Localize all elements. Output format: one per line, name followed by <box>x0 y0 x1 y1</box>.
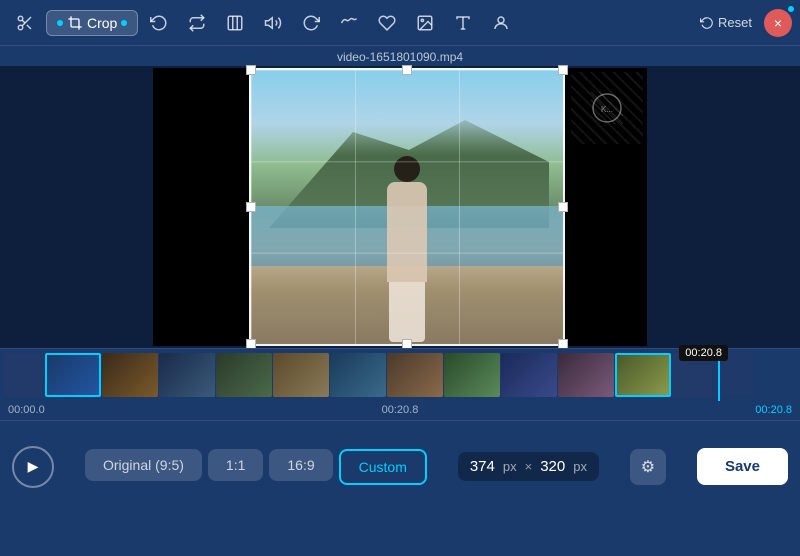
settings-button[interactable]: ⚙ <box>630 449 666 485</box>
ratio-1x1-col: 1:1 <box>208 449 263 485</box>
timeline-thumb-8[interactable] <box>501 353 557 397</box>
volume-icon[interactable] <box>256 6 290 40</box>
play-icon: ▶ <box>28 458 39 475</box>
timeline-thumb-1[interactable] <box>102 353 158 397</box>
timeline-thumb-9[interactable] <box>558 353 614 397</box>
filename: video-1651801090.mp4 <box>337 50 463 64</box>
watermark-inner: K... <box>571 72 643 144</box>
timeline-timestamps: 00:00.0 00:20.8 00:20.8 <box>0 401 800 419</box>
toolbar: Crop <box>0 0 800 46</box>
timeline-area: 00:20.8 00:00.0 00:20.8 00:20.8 <box>0 348 800 420</box>
save-label: Save <box>725 458 760 475</box>
black-bar-left <box>153 68 249 346</box>
person-icon[interactable] <box>484 6 518 40</box>
person-silhouette <box>377 156 437 336</box>
save-button[interactable]: Save <box>697 448 788 485</box>
px-controls: 374 px × 320 px <box>458 452 599 481</box>
wave-icon[interactable] <box>332 6 366 40</box>
watermark: K... <box>571 72 643 144</box>
reset-button[interactable]: Reset <box>692 11 760 34</box>
timeline-thumb-10[interactable] <box>615 353 671 397</box>
ratio-original-label: Original (9:5) <box>103 457 184 473</box>
ratio-custom-button[interactable]: Custom <box>339 449 427 485</box>
timestamp-end: 00:20.8 <box>755 404 792 416</box>
px-height-value: 320 <box>540 458 565 475</box>
video-container: K... <box>153 68 647 346</box>
adjust-rect-icon[interactable] <box>218 6 252 40</box>
crop-button[interactable]: Crop <box>46 10 138 36</box>
px-width-value: 374 <box>470 458 495 475</box>
ratio-16x9-label: 16:9 <box>287 457 314 473</box>
rotate-left-icon[interactable] <box>142 6 176 40</box>
settings-icon: ⚙ <box>641 457 655 477</box>
close-icon: × <box>774 15 782 31</box>
reset-label: Reset <box>718 15 752 30</box>
crop-label: Crop <box>87 15 117 31</box>
timeline-thumb-4[interactable] <box>273 353 329 397</box>
scissors-icon[interactable] <box>8 6 42 40</box>
close-button[interactable]: × <box>764 9 792 37</box>
flip-icon[interactable] <box>180 6 214 40</box>
px-cross: × <box>525 459 533 474</box>
rotate-right-icon[interactable] <box>294 6 328 40</box>
bottom-controls: ▶ Original (9:5) 1:1 16:9 Custom 374 px <box>0 420 800 512</box>
timeline-tooltip: 00:20.8 <box>679 345 728 361</box>
ratio-1x1-button[interactable]: 1:1 <box>208 449 263 481</box>
heart-icon[interactable] <box>370 6 404 40</box>
timeline-thumb-2[interactable] <box>159 353 215 397</box>
ratio-buttons: Original (9:5) 1:1 16:9 Custom <box>85 449 427 485</box>
timeline-thumb-3[interactable] <box>216 353 272 397</box>
ratio-1x1-label: 1:1 <box>226 457 245 473</box>
ratio-custom-label: Custom <box>359 459 407 475</box>
timestamp-start: 00:00.0 <box>8 404 45 416</box>
filename-bar: video-1651801090.mp4 <box>0 46 800 66</box>
ratio-original-col: Original (9:5) <box>85 449 202 485</box>
timeline-thumb-7[interactable] <box>444 353 500 397</box>
timeline-track <box>0 352 757 398</box>
timestamp-mid: 00:20.8 <box>382 404 419 416</box>
timeline-thumb-0[interactable] <box>45 353 101 397</box>
timeline-thumb-5[interactable] <box>330 353 386 397</box>
crop-dot <box>121 20 127 26</box>
ratio-16x9-col: 16:9 <box>269 449 332 485</box>
crop-active-dot <box>57 20 63 26</box>
ratio-16x9-button[interactable]: 16:9 <box>269 449 332 481</box>
thumb-ghost-left <box>4 353 44 397</box>
person-dot <box>788 6 794 12</box>
timeline-thumb-6[interactable] <box>387 353 443 397</box>
svg-text:K...: K... <box>601 105 613 114</box>
video-area: K... <box>0 66 800 348</box>
text-icon[interactable] <box>446 6 480 40</box>
video-frame <box>249 68 565 346</box>
px-unit-label2: px <box>573 459 587 474</box>
ratio-original-button[interactable]: Original (9:5) <box>85 449 202 481</box>
ratio-custom-col: Custom <box>339 449 427 485</box>
image-edit-icon[interactable] <box>408 6 442 40</box>
px-unit-label: px <box>503 459 517 474</box>
play-button[interactable]: ▶ <box>12 446 54 488</box>
